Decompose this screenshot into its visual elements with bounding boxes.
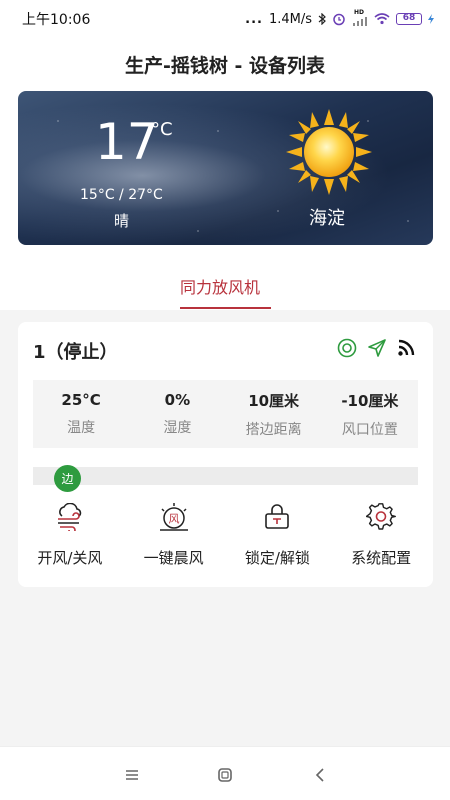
charging-icon xyxy=(428,14,434,24)
metric-edge-distance: 10厘米 搭边距离 xyxy=(226,390,322,439)
metric-humidity: 0% 湿度 xyxy=(129,391,225,437)
action-label: 一键晨风 xyxy=(143,549,204,567)
metric-label: 温度 xyxy=(67,420,96,436)
weather-section: 17 °C 15°C / 27°C 晴 海淀 xyxy=(0,90,450,258)
metric-label: 风口位置 xyxy=(341,421,398,438)
metric-value: 25°C xyxy=(61,391,101,409)
tab-bar: 同力放风机 xyxy=(0,258,450,310)
back-chevron-icon xyxy=(315,768,324,782)
home-square-icon xyxy=(218,768,232,782)
temperature-range: 15°C / 27°C xyxy=(80,187,163,203)
status-icons: ... 1.4M/s HD 68 xyxy=(245,9,434,27)
system-config-button[interactable]: 系统配置 xyxy=(329,500,433,580)
wind-cloud-icon xyxy=(57,503,82,531)
weather-card: 17 °C 15°C / 27°C 晴 海淀 xyxy=(18,91,433,245)
app-header: 生产-摇钱树 - 设备列表 xyxy=(0,38,450,90)
send-icon[interactable] xyxy=(367,338,387,358)
battery-icon: 68 xyxy=(396,13,422,25)
page-title: 生产-摇钱树 - 设备列表 xyxy=(124,54,325,77)
metric-label: 湿度 xyxy=(163,420,192,436)
lock-toggle-button[interactable]: 锁定/解锁 xyxy=(226,500,330,580)
metric-value: 10厘米 xyxy=(248,391,300,410)
signal-icon: HD xyxy=(352,9,368,26)
action-label: 系统配置 xyxy=(351,549,412,567)
menu-button[interactable] xyxy=(122,765,142,785)
metrics-panel: 25°C 温度 0% 湿度 10厘米 搭边距离 -10厘米 风口位置 xyxy=(33,380,418,448)
target-icon[interactable] xyxy=(337,338,357,358)
device-icon-group xyxy=(337,338,415,358)
position-track xyxy=(33,467,418,485)
wifi-icon xyxy=(374,13,390,25)
bluetooth-icon xyxy=(318,13,326,25)
device-name: 1（停止） xyxy=(33,342,118,363)
city-name: 海淀 xyxy=(309,208,345,229)
menu-icon xyxy=(126,770,138,780)
weather-description: 晴 xyxy=(114,212,130,230)
temperature-unit: °C xyxy=(151,119,173,140)
lock-icon xyxy=(265,504,290,529)
metric-value: -10厘米 xyxy=(341,391,399,410)
sun-icon xyxy=(286,109,372,195)
network-speed: 1.4M/s xyxy=(268,11,312,27)
system-nav-bar xyxy=(0,746,450,800)
svg-text:风: 风 xyxy=(168,513,179,526)
status-time: 上午10:06 xyxy=(22,12,91,28)
metric-temperature: 25°C 温度 xyxy=(33,391,129,437)
device-card: 1（停止） 25°C 温度 0% 湿度 10厘米 搭边距离 -10厘米 风口位置… xyxy=(18,322,433,587)
status-bar: 上午10:06 ... 1.4M/s HD 68 xyxy=(0,0,450,38)
toggle-wind-button[interactable]: 开风/关风 xyxy=(18,500,122,580)
tab-tongli-fan[interactable]: 同力放风机 xyxy=(180,274,260,298)
alarm-icon xyxy=(333,13,345,26)
tab-active-indicator xyxy=(180,307,271,309)
current-temperature: 17 xyxy=(95,113,159,171)
morning-wind-icon: 风 xyxy=(159,503,188,531)
action-label: 开风/关风 xyxy=(37,549,103,567)
home-button[interactable] xyxy=(215,765,235,785)
metric-value: 0% xyxy=(164,391,191,409)
morning-wind-button[interactable]: 风 一键晨风 xyxy=(122,500,226,580)
rss-icon[interactable] xyxy=(397,339,415,357)
edge-badge[interactable]: 边 xyxy=(54,465,81,492)
status-dots: ... xyxy=(245,11,263,27)
action-bar: 开风/关风 风 一键晨风 锁定/解锁 系统配置 xyxy=(18,500,433,580)
metric-vent-position: -10厘米 风口位置 xyxy=(322,390,418,439)
back-button[interactable] xyxy=(310,765,330,785)
action-label: 锁定/解锁 xyxy=(244,549,310,567)
metric-label: 搭边距离 xyxy=(245,421,302,438)
gear-icon xyxy=(366,503,397,530)
